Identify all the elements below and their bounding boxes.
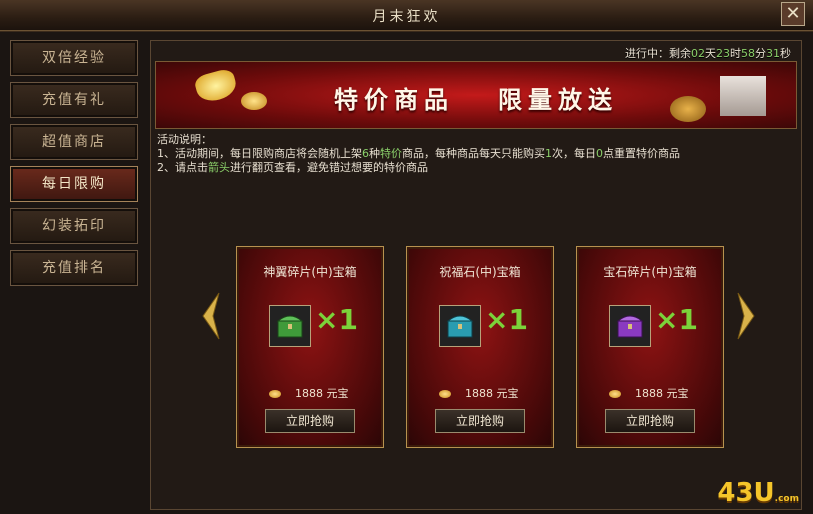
main-panel: 进行中：剩余02天23时58分31秒 特价商品 限量放送 活动说明： 1、活动期间…: [150, 40, 802, 510]
price-value: 1888: [635, 387, 663, 400]
banner-text-special: 特价商品: [334, 85, 454, 114]
ingot-icon: [269, 390, 281, 398]
desc-text: 点重置特价商品: [603, 147, 680, 160]
buy-now-button[interactable]: 立即抢购: [605, 409, 695, 433]
promo-banner: 特价商品 限量放送: [155, 61, 797, 129]
title-bar: 月末狂欢 ✕: [0, 0, 813, 31]
item-slot[interactable]: [269, 305, 311, 347]
price-row: 1888 元宝: [609, 385, 689, 401]
item-slot[interactable]: [609, 305, 651, 347]
logo-text: 43U: [717, 478, 775, 508]
buy-now-button[interactable]: 立即抢购: [435, 409, 525, 433]
sidebar-item-value-shop[interactable]: 超值商店: [10, 124, 138, 160]
banner-text-limited: 限量放送: [498, 85, 618, 114]
site-logo: 43U.com: [717, 478, 799, 508]
banner-headline: 特价商品 限量放送: [156, 80, 796, 115]
product-name: 神翼碎片(中)宝箱: [263, 265, 357, 279]
minutes-value: 58: [741, 47, 755, 60]
description-title: 活动说明：: [157, 133, 212, 146]
desc-highlight: 0: [596, 147, 603, 160]
desc-text: 商品，每种商品每天只能购买: [402, 147, 545, 160]
price-row: 1888 元宝: [269, 385, 349, 401]
treasure-chest-icon: [276, 315, 304, 338]
minutes-unit: 分: [755, 47, 766, 60]
price-value: 1888: [465, 387, 493, 400]
desc-text: 进行翻页查看，避免错过想要的特价商品: [230, 161, 428, 174]
close-button[interactable]: ✕: [781, 2, 805, 26]
seconds-value: 31: [766, 47, 780, 60]
sidebar: 双倍经验 充值有礼 超值商店 每日限购 幻装拓印 充值排名: [10, 40, 138, 292]
hours-unit: 时: [730, 47, 741, 60]
desc-text: 1、活动期间，每日限购商店将会随机上架: [157, 147, 362, 160]
price-value: 1888: [295, 387, 323, 400]
sidebar-item-double-exp[interactable]: 双倍经验: [10, 40, 138, 76]
currency-label: 元宝: [326, 387, 349, 400]
logo-suffix: .com: [774, 494, 799, 504]
seconds-unit: 秒: [780, 47, 791, 60]
price-row: 1888 元宝: [439, 385, 519, 401]
desc-highlight: 箭头: [208, 161, 230, 174]
desc-text: 种: [369, 147, 380, 160]
days-unit: 天: [705, 47, 716, 60]
desc-text: 次，每日: [552, 147, 596, 160]
product-card: 神翼碎片(中)宝箱 ×1 1888 元宝 立即抢购: [236, 246, 384, 448]
product-name: 祝福石(中)宝箱: [439, 265, 521, 279]
sidebar-item-recharge-gift[interactable]: 充值有礼: [10, 82, 138, 118]
treasure-chest-icon: [616, 315, 644, 338]
ingot-icon: [609, 390, 621, 398]
activity-description: 活动说明： 1、活动期间，每日限购商店将会随机上架6种特价商品，每种商品每天只能…: [157, 133, 680, 175]
treasure-chest-icon: [446, 315, 474, 338]
product-card: 宝石碎片(中)宝箱 ×1 1888 元宝 立即抢购: [576, 246, 724, 448]
countdown-status: 进行中：剩余02天23时58分31秒: [625, 45, 791, 61]
sidebar-item-daily-limit[interactable]: 每日限购: [10, 166, 138, 202]
window-frame: 双倍经验 充值有礼 超值商店 每日限购 幻装拓印 充值排名 进行中：剩余02天2…: [0, 31, 813, 514]
desc-highlight: 1: [545, 147, 552, 160]
description-line-2: 2、请点击箭头进行翻页查看，避免错过想要的特价商品: [157, 161, 680, 175]
window-title: 月末狂欢: [372, 9, 441, 25]
desc-highlight: 6: [362, 147, 369, 160]
item-slot[interactable]: [439, 305, 481, 347]
next-page-arrow-icon[interactable]: [736, 291, 756, 341]
desc-text: 2、请点击: [157, 161, 208, 174]
item-quantity: ×1: [315, 303, 358, 336]
hours-value: 23: [716, 47, 730, 60]
buy-now-button[interactable]: 立即抢购: [265, 409, 355, 433]
product-name: 宝石碎片(中)宝箱: [603, 265, 697, 279]
currency-label: 元宝: [496, 387, 519, 400]
item-quantity: ×1: [655, 303, 698, 336]
product-card: 祝福石(中)宝箱 ×1 1888 元宝 立即抢购: [406, 246, 554, 448]
desc-highlight: 特价: [380, 147, 402, 160]
days-value: 02: [691, 47, 705, 60]
prev-page-arrow-icon[interactable]: [201, 291, 221, 341]
status-prefix: 进行中：剩余: [625, 47, 691, 60]
description-line-1: 1、活动期间，每日限购商店将会随机上架6种特价商品，每种商品每天只能购买1次，每…: [157, 147, 680, 161]
sidebar-item-recharge-rank[interactable]: 充值排名: [10, 250, 138, 286]
sidebar-item-illusion-print[interactable]: 幻装拓印: [10, 208, 138, 244]
ingot-icon: [439, 390, 451, 398]
item-quantity: ×1: [485, 303, 528, 336]
currency-label: 元宝: [666, 387, 689, 400]
